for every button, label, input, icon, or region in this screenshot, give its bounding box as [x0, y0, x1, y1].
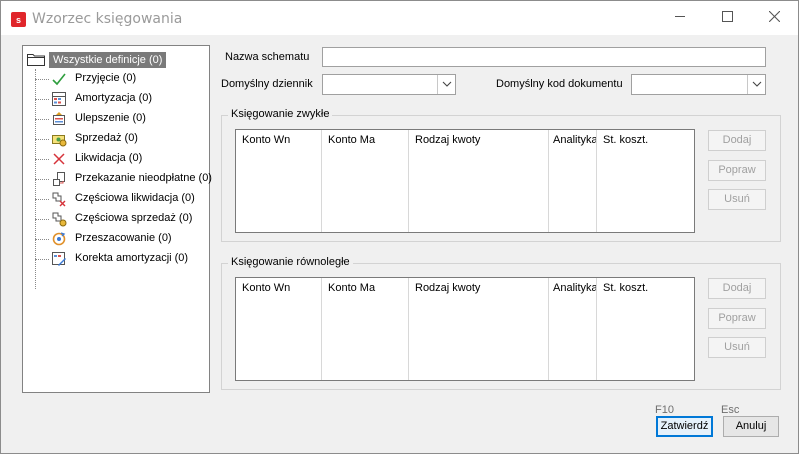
tree-item-label: Amortyzacja (0) — [75, 92, 153, 104]
definitions-tree[interactable]: Wszystkie definicje (0) Przyjęcie (0) Am… — [22, 45, 212, 393]
upgrade-icon — [53, 112, 65, 125]
tree-item-korekta-amortyzacji[interactable]: Korekta amortyzacji (0) — [35, 250, 235, 268]
tree-item-label: Likwidacja (0) — [75, 152, 143, 164]
regular-edit-button[interactable]: Popraw — [708, 160, 766, 181]
tree-item-ulepszenie[interactable]: Ulepszenie (0) — [35, 110, 235, 128]
tree-item-label: Przyjęcie (0) — [75, 72, 137, 84]
parallel-delete-button[interactable]: Usuń — [708, 337, 766, 358]
tree-item-label: Przekazanie nieodpłatne (0) — [75, 172, 212, 184]
column-header[interactable]: Konto Wn — [236, 130, 322, 232]
amortization-icon — [52, 92, 66, 106]
regular-delete-button[interactable]: Usuń — [708, 189, 766, 210]
chevron-down-icon — [752, 81, 762, 87]
journal-dropdown-button[interactable] — [437, 75, 455, 94]
partial-liquidation-icon — [52, 192, 66, 207]
tree-item-czesciowa-sprzedaz[interactable]: Częściowa sprzedaż (0) — [35, 210, 235, 228]
regular-posting-grid[interactable]: Konto Wn Konto Ma Rodzaj kwoty Analityka… — [235, 129, 695, 233]
scheme-name-label: Nazwa schematu — [225, 51, 310, 63]
tree-item-sprzedaz[interactable]: Sprzedaż (0) — [35, 130, 235, 148]
tree-item-czesciowa-likwidacja[interactable]: Częściowa likwidacja (0) — [35, 190, 235, 208]
tree-item-label: Częściowa sprzedaż (0) — [75, 212, 193, 224]
maximize-icon — [721, 11, 733, 22]
regular-posting-title: Księgowanie zwykłe — [228, 108, 333, 120]
tree-item-label: Korekta amortyzacji (0) — [75, 252, 189, 264]
tree-item-label: Przeszacowanie (0) — [75, 232, 172, 244]
sale-icon — [52, 135, 67, 147]
parallel-posting-grid[interactable]: Konto Wn Konto Ma Rodzaj kwoty Analityka… — [235, 277, 695, 381]
column-header[interactable]: Konto Ma — [322, 278, 409, 380]
close-button[interactable] — [751, 1, 797, 33]
journal-label: Domyślny dziennik — [221, 78, 313, 90]
transfer-icon — [53, 172, 65, 186]
regular-add-button[interactable]: Dodaj — [708, 130, 766, 151]
column-header[interactable]: Analityka — [549, 278, 597, 380]
column-header[interactable]: Konto Wn — [236, 278, 322, 380]
parallel-posting-title: Księgowanie równoległe — [228, 256, 353, 268]
parallel-edit-button[interactable]: Popraw — [708, 308, 766, 329]
minimize-icon — [674, 16, 685, 17]
confirm-button[interactable]: Zatwierdź — [656, 416, 713, 437]
doc-code-dropdown-button[interactable] — [747, 75, 765, 94]
check-icon — [52, 73, 66, 86]
cross-icon — [53, 153, 65, 165]
tree-item-label: Ulepszenie (0) — [75, 112, 146, 124]
tree-item-amortyzacja[interactable]: Amortyzacja (0) — [35, 90, 235, 108]
tree-item-label: Sprzedaż (0) — [75, 132, 138, 144]
confirm-shortcut: F10 — [655, 404, 674, 416]
tree-item-przyjecie[interactable]: Przyjęcie (0) — [35, 70, 235, 88]
posting-template-window: s Wzorzec księgowania Wszystkie definicj… — [0, 0, 799, 454]
parallel-add-button[interactable]: Dodaj — [708, 278, 766, 299]
revaluation-icon — [52, 232, 66, 246]
tree-item-label: Częściowa likwidacja (0) — [75, 192, 195, 204]
folder-icon — [27, 54, 45, 66]
partial-sale-icon — [52, 212, 67, 227]
app-icon: s — [11, 12, 26, 27]
close-icon — [768, 10, 780, 23]
amortization-correction-icon — [52, 252, 66, 266]
column-header[interactable]: St. koszt. — [597, 278, 694, 380]
tree-root-label: Wszystkie definicje (0) — [49, 52, 167, 68]
scheme-name-input[interactable] — [322, 47, 766, 67]
column-header[interactable]: St. koszt. — [597, 130, 694, 232]
doc-code-label: Domyślny kod dokumentu — [496, 78, 623, 90]
tree-item-przeszacowanie[interactable]: Przeszacowanie (0) — [35, 230, 235, 248]
tree-item-likwidacja[interactable]: Likwidacja (0) — [35, 150, 235, 168]
title-bar[interactable]: s Wzorzec księgowania — [1, 1, 798, 35]
journal-select[interactable] — [322, 74, 456, 95]
cancel-button[interactable]: Anuluj — [723, 416, 779, 437]
parallel-posting-group: Księgowanie równoległe Konto Wn Konto Ma… — [221, 256, 781, 390]
tree-item-przekazanie[interactable]: Przekazanie nieodpłatne (0) — [35, 170, 235, 188]
column-header[interactable]: Rodzaj kwoty — [409, 278, 549, 380]
column-header[interactable]: Rodzaj kwoty — [409, 130, 549, 232]
cancel-shortcut: Esc — [721, 404, 740, 416]
column-header[interactable]: Konto Ma — [322, 130, 409, 232]
maximize-button[interactable] — [704, 1, 750, 33]
window-title: Wzorzec księgowania — [32, 11, 183, 27]
regular-posting-group: Księgowanie zwykłe Konto Wn Konto Ma Rod… — [221, 108, 781, 242]
chevron-down-icon — [442, 81, 452, 87]
doc-code-select[interactable] — [631, 74, 766, 95]
column-header[interactable]: Analityka — [549, 130, 597, 232]
minimize-button[interactable] — [657, 1, 703, 33]
